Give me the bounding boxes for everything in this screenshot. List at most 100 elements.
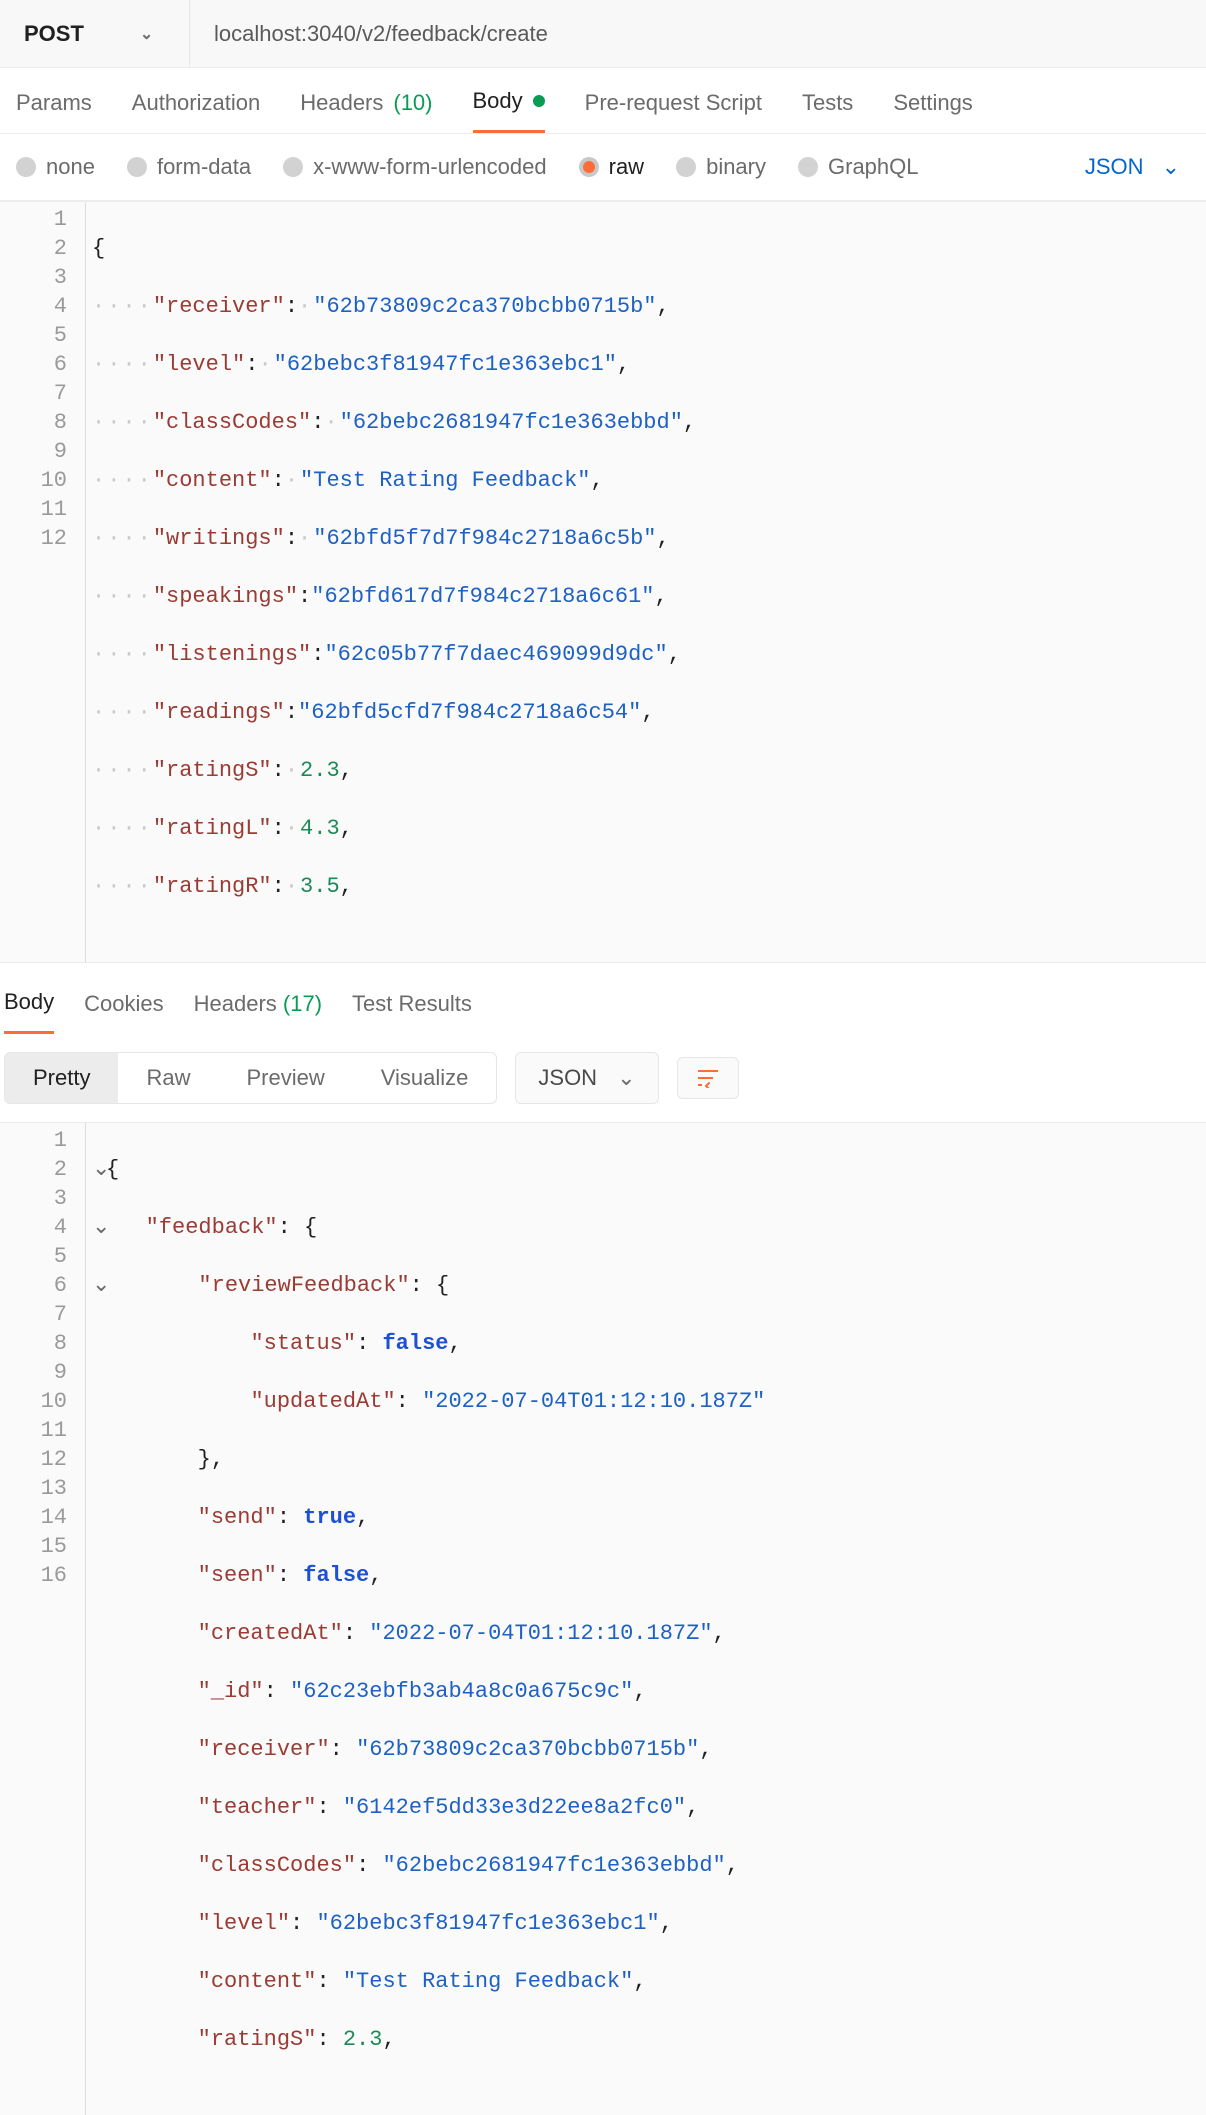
chevron-down-icon: ⌄ <box>1162 154 1180 180</box>
http-method-label: POST <box>24 21 84 47</box>
code-area[interactable]: ⌄{ ⌄ "feedback": { ⌄ "reviewFeedback": {… <box>86 1123 1206 2115</box>
tab-label: Body <box>4 989 54 1014</box>
tab-label: Headers <box>300 90 383 116</box>
radio-label: GraphQL <box>828 154 919 180</box>
resp-tab-body[interactable]: Body <box>4 989 54 1034</box>
code-line: }, <box>92 1445 1206 1474</box>
body-mode-select[interactable]: JSON ⌄ <box>1085 154 1190 180</box>
code-line: ····"content":·"Test Rating Feedback", <box>92 466 1206 495</box>
request-body-editor[interactable]: 1 2 3 4 5 6 7 8 9 10 11 12 { ····"receiv… <box>0 201 1206 963</box>
radio-dot-icon <box>16 157 36 177</box>
response-view-segment: Pretty Raw Preview Visualize <box>4 1052 497 1104</box>
fold-toggle-icon[interactable]: ⌄ <box>92 1213 106 1242</box>
view-preview-button[interactable]: Preview <box>218 1053 352 1103</box>
tab-headers[interactable]: Headers (10) <box>300 88 432 133</box>
tab-settings[interactable]: Settings <box>893 88 973 133</box>
code-line: ····"ratingL":·4.3, <box>92 814 1206 843</box>
line-number: 6 <box>0 1271 67 1300</box>
code-line: "status": false, <box>92 1329 1206 1358</box>
code-line: ····"writings":·"62bfd5f7d7f984c2718a6c5… <box>92 524 1206 553</box>
body-type-selector: none form-data x-www-form-urlencoded raw… <box>0 134 1206 201</box>
line-number: 7 <box>0 379 67 408</box>
code-line: "classCodes": "62bebc2681947fc1e363ebbd"… <box>92 1851 1206 1880</box>
tab-body[interactable]: Body <box>473 88 545 133</box>
radio-none[interactable]: none <box>16 154 95 180</box>
view-visualize-button[interactable]: Visualize <box>353 1053 497 1103</box>
code-line: ····"ratingR":·3.5, <box>92 872 1206 901</box>
line-number: 10 <box>0 1387 67 1416</box>
tab-prerequest[interactable]: Pre-request Script <box>585 88 762 133</box>
line-number: 3 <box>0 1184 67 1213</box>
line-number: 13 <box>0 1474 67 1503</box>
tab-label: Body <box>473 88 523 114</box>
code-area[interactable]: { ····"receiver":·"62b73809c2ca370bcbb07… <box>86 202 1206 962</box>
code-line: "ratingS": 2.3, <box>92 2025 1206 2054</box>
http-method-select[interactable]: POST ⌄ <box>0 0 190 67</box>
code-line: "teacher": "6142ef5dd33e3d22ee8a2fc0", <box>92 1793 1206 1822</box>
resp-tab-test-results[interactable]: Test Results <box>352 991 472 1033</box>
radio-dot-icon <box>127 157 147 177</box>
line-number: 9 <box>0 437 67 466</box>
code-line: ····"ratingS":·2.3, <box>92 756 1206 785</box>
radio-graphql[interactable]: GraphQL <box>798 154 919 180</box>
view-raw-button[interactable]: Raw <box>118 1053 218 1103</box>
response-body-editor[interactable]: 1 2 3 4 5 6 7 8 9 10 11 12 13 14 15 16 ⌄… <box>0 1122 1206 2115</box>
chevron-down-icon: ⌄ <box>617 1065 635 1091</box>
radio-binary[interactable]: binary <box>676 154 766 180</box>
code-line: ····"speakings":"62bfd617d7f984c2718a6c6… <box>92 582 1206 611</box>
line-number: 7 <box>0 1300 67 1329</box>
radio-raw[interactable]: raw <box>579 154 644 180</box>
line-number: 5 <box>0 1242 67 1271</box>
code-line: ····"listenings":"62c05b77f7daec469099d9… <box>92 640 1206 669</box>
fold-toggle-icon[interactable]: ⌄ <box>92 1155 106 1184</box>
radio-dot-icon <box>676 157 696 177</box>
request-bar: POST ⌄ localhost:3040/v2/feedback/create <box>0 0 1206 68</box>
tab-label: Params <box>16 90 92 116</box>
code-line: "createdAt": "2022-07-04T01:12:10.187Z", <box>92 1619 1206 1648</box>
headers-count: (10) <box>393 90 432 116</box>
code-line: ····"readings":"62bfd5cfd7f984c2718a6c54… <box>92 698 1206 727</box>
response-tabs: Body Cookies Headers (17) Test Results <box>0 963 1206 1034</box>
code-line: ····"level":·"62bebc3f81947fc1e363ebc1", <box>92 350 1206 379</box>
radio-dot-icon <box>283 157 303 177</box>
radio-form-data[interactable]: form-data <box>127 154 251 180</box>
line-number: 4 <box>0 292 67 321</box>
line-number: 11 <box>0 1416 67 1445</box>
line-number: 12 <box>0 524 67 553</box>
line-number: 16 <box>0 1561 67 1590</box>
tab-params[interactable]: Params <box>16 88 92 133</box>
btn-label: Visualize <box>381 1065 469 1090</box>
url-input[interactable]: localhost:3040/v2/feedback/create <box>190 0 1206 67</box>
code-line: ⌄{ <box>92 1155 1206 1184</box>
tab-label: Pre-request Script <box>585 90 762 116</box>
line-number: 12 <box>0 1445 67 1474</box>
line-number: 1 <box>0 1126 67 1155</box>
line-gutter: 1 2 3 4 5 6 7 8 9 10 11 12 13 14 15 16 <box>0 1123 86 2115</box>
resp-tab-headers[interactable]: Headers (17) <box>194 991 322 1033</box>
code-line: ⌄ "feedback": { <box>92 1213 1206 1242</box>
line-number: 2 <box>0 234 67 263</box>
tab-authorization[interactable]: Authorization <box>132 88 260 133</box>
radio-dot-icon <box>579 157 599 177</box>
response-mode-select[interactable]: JSON ⌄ <box>515 1052 658 1104</box>
body-mode-label: JSON <box>1085 154 1144 180</box>
code-line: ⌄ "reviewFeedback": { <box>92 1271 1206 1300</box>
btn-label: Pretty <box>33 1065 90 1090</box>
resp-tab-cookies[interactable]: Cookies <box>84 991 163 1033</box>
url-value: localhost:3040/v2/feedback/create <box>214 21 548 47</box>
wrap-lines-button[interactable] <box>677 1057 739 1099</box>
tab-label: Settings <box>893 90 973 116</box>
code-line: "_id": "62c23ebfb3ab4a8c0a675c9c", <box>92 1677 1206 1706</box>
code-line: "receiver": "62b73809c2ca370bcbb0715b", <box>92 1735 1206 1764</box>
radio-urlencoded[interactable]: x-www-form-urlencoded <box>283 154 547 180</box>
radio-label: raw <box>609 154 644 180</box>
tab-label: Tests <box>802 90 853 116</box>
tab-tests[interactable]: Tests <box>802 88 853 133</box>
fold-toggle-icon[interactable]: ⌄ <box>92 1271 106 1300</box>
code-line: "send": true, <box>92 1503 1206 1532</box>
tab-label: Authorization <box>132 90 260 116</box>
radio-label: form-data <box>157 154 251 180</box>
view-pretty-button[interactable]: Pretty <box>5 1053 118 1103</box>
mode-label: JSON <box>538 1065 597 1091</box>
btn-label: Raw <box>146 1065 190 1090</box>
